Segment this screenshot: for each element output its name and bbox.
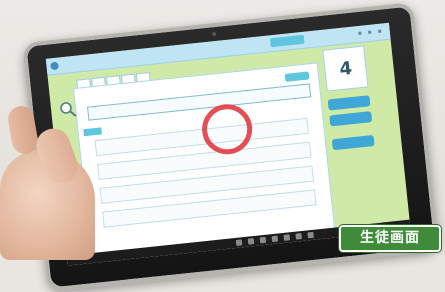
taskbar-icon[interactable]	[235, 239, 243, 246]
photo-background: ▪ ▪ ▪ 4 生徒画面	[0, 0, 445, 292]
side-button[interactable]	[331, 134, 375, 151]
top-action-button[interactable]	[269, 34, 305, 48]
window-controls[interactable]: ▪ ▪ ▪	[357, 27, 384, 37]
caption-badge: 生徒画面	[339, 225, 441, 252]
side-button[interactable]	[329, 111, 373, 127]
camera-dot	[211, 31, 217, 37]
score-box: 4	[322, 45, 369, 92]
taskbar-icon[interactable]	[271, 235, 279, 243]
taskbar-icon[interactable]	[295, 233, 303, 240]
score-number: 4	[338, 57, 354, 81]
side-button[interactable]	[327, 95, 371, 111]
caption-text: 生徒画面	[360, 230, 420, 246]
magnifier-icon[interactable]	[58, 100, 78, 120]
taskbar-icon[interactable]	[283, 234, 291, 241]
taskbar-icon[interactable]	[307, 231, 314, 239]
taskbar-icon[interactable]	[259, 236, 267, 244]
taskbar-icon[interactable]	[247, 238, 255, 245]
home-icon[interactable]	[50, 61, 59, 71]
